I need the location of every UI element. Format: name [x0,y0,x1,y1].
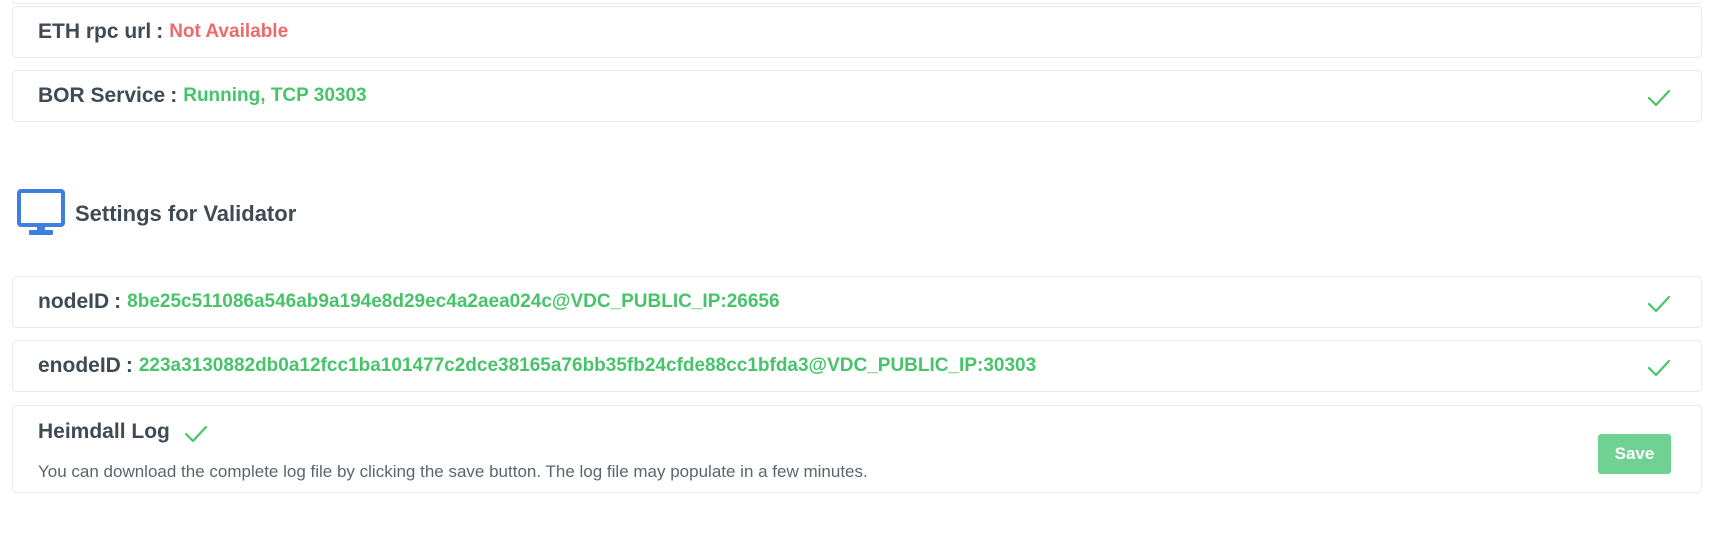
separator: : [170,84,178,107]
enode-id-row: enodeID : 223a3130882db0a12fcc1ba101477c… [12,340,1702,392]
node-id-value: 8be25c511086a546ab9a194e8d29ec4a2aea024c… [127,291,780,312]
enode-id-value: 223a3130882db0a12fcc1ba101477c2dce38165a… [138,355,1037,376]
node-id-label: nodeID [38,290,110,313]
top-card-edge [12,0,1702,4]
eth-rpc-url-label: ETH rpc url [38,20,152,43]
eth-rpc-url-value: Not Available [169,21,289,42]
heimdall-log-description: You can download the complete log file b… [38,462,868,481]
heimdall-log-title: Heimdall Log [38,420,170,443]
check-icon [184,425,207,443]
separator: : [156,20,164,43]
separator: : [125,354,133,377]
heimdall-log-card: Heimdall Log You can download the comple… [12,405,1702,493]
eth-rpc-url-row: ETH rpc url : Not Available [12,6,1702,58]
enode-id-label: enodeID [38,354,121,377]
save-button[interactable]: Save [1598,434,1671,474]
section-title: Settings for Validator [75,201,297,226]
check-icon [1647,89,1671,107]
validator-settings-heading: Settings for Validator [17,188,296,240]
bor-service-value: Running, TCP 30303 [183,85,367,106]
node-id-row: nodeID : 8be25c511086a546ab9a194e8d29ec4… [12,276,1702,328]
bor-service-label: BOR Service [38,84,166,107]
bor-service-row: BOR Service : Running, TCP 30303 [12,70,1702,122]
validator-status-page: ETH rpc url : Not Available BOR Service … [0,0,1716,548]
separator: : [114,290,122,313]
check-icon [1647,295,1671,313]
check-icon [1647,359,1671,377]
monitor-icon [17,189,65,235]
